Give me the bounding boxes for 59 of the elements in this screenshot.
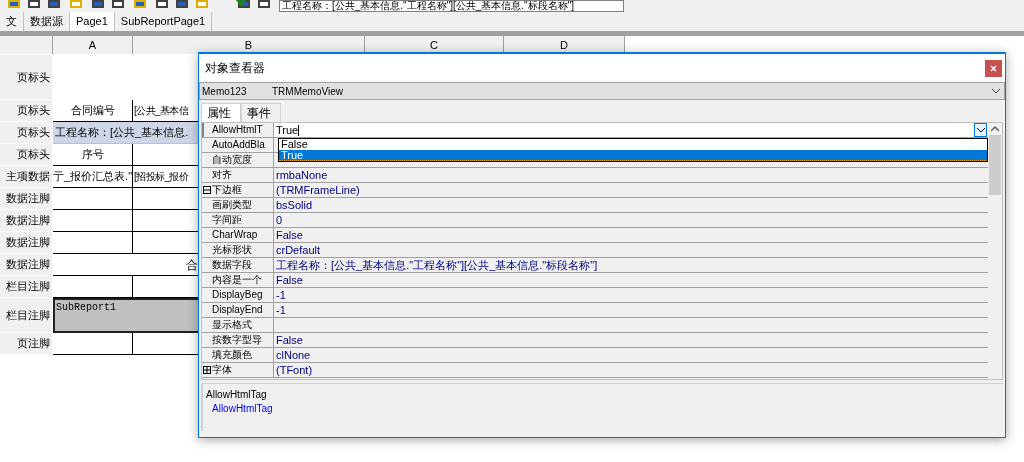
property-name[interactable]: 数据字段 xyxy=(202,258,274,272)
band-label: 页标头 xyxy=(0,144,53,166)
property-name[interactable]: 对齐 xyxy=(202,168,274,182)
help-title: AllowHtmlTag xyxy=(206,388,268,402)
property-value[interactable]: clNone xyxy=(276,348,311,362)
band-label: 数据注脚 xyxy=(0,188,53,210)
close-icon xyxy=(990,64,997,72)
property-name[interactable]: 画刷类型 xyxy=(202,198,274,212)
property-name[interactable]: 下边框 xyxy=(202,183,274,197)
band-label: 页标头 xyxy=(0,100,53,122)
chevron-down-icon xyxy=(992,88,1000,94)
band-label: 主项数据 xyxy=(0,166,53,188)
scrollbar-thumb[interactable] xyxy=(989,135,1001,195)
property-value[interactable]: crDefault xyxy=(276,243,321,257)
band-label: 数据注脚 xyxy=(0,210,53,232)
expression-field[interactable]: 工程名称：[公共_基本信息."工程名称"][公共_基本信息."标段名称"] xyxy=(279,0,624,12)
property-value[interactable]: 0 xyxy=(276,213,283,227)
band-label: 栏目注脚 xyxy=(0,276,53,298)
table-cell: 亍_报价汇总表." xyxy=(53,166,133,188)
property-value[interactable]: False xyxy=(276,333,303,347)
band-label: 页注脚 xyxy=(0,333,53,355)
band-label: 页标头 xyxy=(0,55,53,100)
collapse-icon[interactable] xyxy=(203,186,211,194)
property-value[interactable]: (TFont) xyxy=(276,363,313,377)
property-name[interactable]: 自动宽度 xyxy=(202,153,274,167)
property-name[interactable]: 内容是一个 xyxy=(202,273,274,287)
property-name[interactable]: 字体 xyxy=(202,363,274,377)
expand-icon[interactable] xyxy=(203,366,211,374)
band-label: 页标头 xyxy=(0,122,53,144)
property-name[interactable]: 光标形状 xyxy=(202,243,274,257)
close-button[interactable] xyxy=(985,59,1002,77)
object-selector[interactable]: Memo123 TRMMemoView xyxy=(199,82,1005,100)
property-value[interactable]: False xyxy=(276,273,303,287)
property-name[interactable]: 填充颜色 xyxy=(202,348,274,362)
property-name[interactable]: 按数字型导 xyxy=(202,333,274,347)
band-label: 数据注脚 xyxy=(0,232,53,254)
band-label: 数据注脚 xyxy=(0,254,53,276)
inspector-tab[interactable]: 事件 xyxy=(241,103,281,122)
band-label: 栏目注脚 xyxy=(0,298,53,333)
chevron-down-icon xyxy=(976,127,985,133)
column-header[interactable]: A xyxy=(53,36,133,54)
property-name[interactable]: DisplayBeg xyxy=(202,288,274,302)
property-name[interactable]: 显示格式 xyxy=(202,318,274,332)
property-name[interactable]: AutoAddBla xyxy=(202,138,274,152)
value-field[interactable]: True xyxy=(274,123,988,137)
window-title: 对象查看器 xyxy=(205,60,265,77)
dropdown-button[interactable] xyxy=(974,123,987,137)
dropdown-option[interactable]: True xyxy=(279,150,987,161)
help-text: AllowHtmlTag xyxy=(211,402,274,416)
table-cell: 序号 xyxy=(53,144,133,166)
inspector-tab[interactable]: 属性 xyxy=(201,103,241,122)
property-value[interactable]: False xyxy=(276,228,303,242)
page-tab[interactable]: Page1 xyxy=(70,12,115,31)
property-value[interactable]: bsSolid xyxy=(276,198,313,212)
property-name[interactable]: 字间距 xyxy=(202,213,274,227)
property-value[interactable]: -1 xyxy=(276,303,286,317)
property-name[interactable]: CharWrap xyxy=(202,228,274,242)
property-value[interactable]: rmbaNone xyxy=(276,168,328,182)
property-name[interactable]: DisplayEnd xyxy=(202,303,274,317)
